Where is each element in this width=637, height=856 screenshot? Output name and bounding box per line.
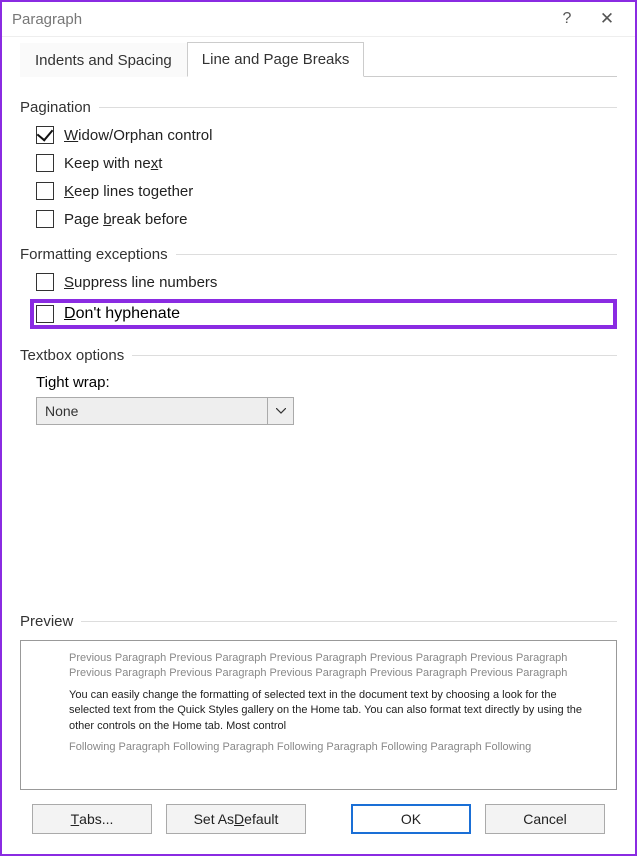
tab-indents-spacing[interactable]: Indents and Spacing <box>20 43 187 77</box>
section-label-formatting: Formatting exceptions <box>20 246 168 263</box>
check-label: Don't hyphenate <box>64 305 180 323</box>
ok-button[interactable]: OK <box>351 804 471 834</box>
spacer <box>20 425 617 595</box>
chevron-down-icon[interactable] <box>267 398 293 424</box>
tabs-button[interactable]: Tabs... <box>32 804 152 834</box>
checkbox-icon[interactable] <box>36 182 54 200</box>
cancel-button[interactable]: Cancel <box>485 804 605 834</box>
paragraph-dialog: Paragraph ? ✕ Indents and Spacing Line a… <box>0 0 637 856</box>
close-icon[interactable]: ✕ <box>587 9 627 29</box>
checkbox-widow-orphan[interactable]: Widow/Orphan control <box>36 126 617 144</box>
preview-current: You can easily change the formatting of … <box>69 688 588 734</box>
checkbox-dont-hyphenate[interactable]: Don't hyphenate <box>30 299 617 329</box>
section-label-textbox: Textbox options <box>20 347 124 364</box>
preview-box: Previous Paragraph Previous Paragraph Pr… <box>20 640 617 790</box>
checkbox-icon[interactable] <box>36 126 54 144</box>
divider <box>81 621 617 622</box>
checkbox-suppress-line-numbers[interactable]: Suppress line numbers <box>36 273 617 291</box>
preview-previous: Previous Paragraph Previous Paragraph Pr… <box>69 651 588 682</box>
section-pagination: Pagination <box>20 99 617 116</box>
tab-bar: Indents and Spacing Line and Page Breaks <box>20 43 617 77</box>
tight-wrap-dropdown[interactable]: None <box>36 397 294 425</box>
tight-wrap-label: Tight wrap: <box>36 374 617 391</box>
checkbox-keep-with-next[interactable]: Keep with next <box>36 154 617 172</box>
section-label-preview: Preview <box>20 613 73 630</box>
section-label-pagination: Pagination <box>20 99 91 116</box>
check-label: Widow/Orphan control <box>64 127 212 144</box>
preview-following: Following Paragraph Following Paragraph … <box>69 740 588 755</box>
dropdown-value: None <box>37 403 267 419</box>
divider <box>99 107 617 108</box>
titlebar: Paragraph ? ✕ <box>2 2 635 37</box>
checkbox-icon[interactable] <box>36 210 54 228</box>
checkbox-icon[interactable] <box>36 273 54 291</box>
checkbox-icon[interactable] <box>36 154 54 172</box>
tab-line-page-breaks[interactable]: Line and Page Breaks <box>187 42 365 77</box>
checkbox-page-break-before[interactable]: Page break before <box>36 210 617 228</box>
section-formatting-exceptions: Formatting exceptions <box>20 246 617 263</box>
button-row: Tabs... Set As Default OK Cancel <box>20 790 617 836</box>
section-preview: Preview <box>20 613 617 630</box>
help-icon[interactable]: ? <box>547 10 587 28</box>
divider <box>132 355 617 356</box>
checkbox-icon[interactable] <box>36 305 54 323</box>
check-label: Page break before <box>64 211 187 228</box>
set-as-default-button[interactable]: Set As Default <box>166 804 306 834</box>
divider <box>176 254 617 255</box>
check-label: Keep with next <box>64 155 162 172</box>
section-textbox-options: Textbox options <box>20 347 617 364</box>
content-area: Indents and Spacing Line and Page Breaks… <box>2 37 635 854</box>
dialog-title: Paragraph <box>12 11 547 28</box>
checkbox-keep-lines-together[interactable]: Keep lines together <box>36 182 617 200</box>
check-label: Keep lines together <box>64 183 193 200</box>
check-label: Suppress line numbers <box>64 274 217 291</box>
